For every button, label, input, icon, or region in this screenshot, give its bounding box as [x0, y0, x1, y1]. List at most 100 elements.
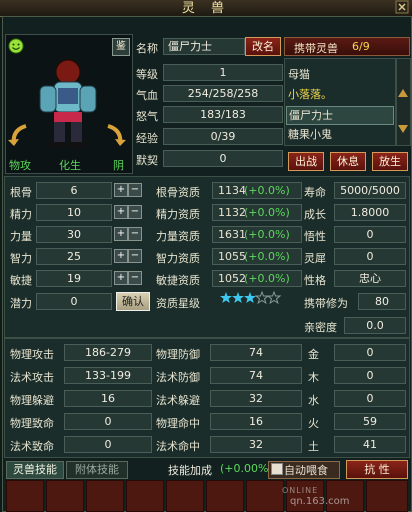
rename-button[interactable]: 改名: [245, 37, 281, 56]
lifespan-value: 5000/5000: [334, 182, 406, 199]
scroll-up-icon[interactable]: [397, 88, 409, 101]
confirm-button[interactable]: 确认: [116, 292, 150, 311]
pet-model-image: [18, 58, 118, 156]
combat-value: 186-279: [64, 344, 152, 361]
pet-name-field[interactable]: 僵尸力士: [163, 38, 245, 55]
hp-value: 254/258/258: [163, 85, 283, 102]
combat-label: 法术命中: [156, 440, 200, 453]
carry-item[interactable]: 母猫: [286, 66, 392, 83]
cultivation-value: 80: [358, 293, 406, 310]
aptitude-value: 1631: [218, 228, 246, 241]
aptitude-value: 1134: [218, 184, 246, 197]
rapport-value: 0: [163, 150, 283, 167]
stat-plus-button[interactable]: +: [114, 227, 128, 241]
carry-item-selected[interactable]: 僵尸力士: [286, 106, 394, 125]
close-icon[interactable]: [395, 0, 409, 14]
element-value: 41: [334, 436, 406, 453]
potential-label: 潜力: [10, 297, 32, 310]
resistance-button[interactable]: 抗 性: [346, 460, 408, 479]
rage-label: 怒气: [136, 110, 158, 123]
skill-slot[interactable]: [246, 480, 284, 512]
window-title: 灵 兽: [181, 1, 231, 16]
aptitude-stars: [220, 290, 284, 308]
rotate-right-icon[interactable]: [104, 122, 126, 151]
stat-label: 根骨: [10, 186, 32, 199]
personality-label: 性格: [304, 274, 326, 287]
attr-type-left: 物攻: [9, 159, 31, 172]
tab-possess-skills[interactable]: 附体技能: [66, 461, 128, 479]
rest-button[interactable]: 休息: [330, 152, 366, 171]
combat-value: 32: [210, 436, 302, 453]
aptitude-value: 1055: [218, 250, 246, 263]
rotate-left-icon[interactable]: [8, 122, 30, 151]
stat-minus-button[interactable]: −: [128, 183, 142, 197]
skill-bonus-label: 技能加成: [168, 464, 212, 477]
aptitude-label: 智力资质: [156, 252, 200, 265]
lifespan-label: 寿命: [304, 186, 326, 199]
tab-pet-skills[interactable]: 灵兽技能: [6, 461, 64, 479]
carry-item[interactable]: 小落落。: [286, 86, 392, 103]
spirit-label: 灵犀: [304, 252, 326, 265]
auto-feed-label: 自动喂食: [284, 464, 328, 477]
stat-minus-button[interactable]: −: [128, 205, 142, 219]
stat-value: 25: [36, 248, 112, 265]
stat-plus-button[interactable]: +: [114, 205, 128, 219]
carry-item[interactable]: 糖果小鬼: [286, 126, 392, 143]
stat-label: 智力: [10, 252, 32, 265]
skill-slot[interactable]: [86, 480, 124, 512]
aptitude-label: 敏捷资质: [156, 274, 200, 287]
stat-minus-button[interactable]: −: [128, 271, 142, 285]
combat-value: 16: [64, 390, 152, 407]
level-label: 等级: [136, 68, 158, 81]
growth-label: 成长: [304, 208, 326, 221]
exp-label: 经验: [136, 132, 158, 145]
element-value: 0: [334, 390, 406, 407]
stat-minus-button[interactable]: −: [128, 249, 142, 263]
skill-slot[interactable]: [6, 480, 44, 512]
element-label: 火: [308, 417, 319, 430]
stat-plus-button[interactable]: +: [114, 249, 128, 263]
aptitude-label: 力量资质: [156, 230, 200, 243]
combat-value: 0: [64, 436, 152, 453]
stat-plus-button[interactable]: +: [114, 183, 128, 197]
release-button[interactable]: 放生: [372, 152, 408, 171]
combat-value: 133-199: [64, 367, 152, 384]
combat-value: 74: [210, 344, 302, 361]
fight-button[interactable]: 出战: [288, 152, 324, 171]
carry-count: 6/9: [352, 40, 370, 53]
stat-minus-button[interactable]: −: [128, 227, 142, 241]
attr-type-mid: 化生: [59, 159, 81, 172]
rapport-label: 默契: [136, 154, 158, 167]
skill-slot[interactable]: [366, 480, 408, 512]
skill-slot[interactable]: [46, 480, 84, 512]
attr-type-right: 阴: [113, 159, 124, 172]
stat-plus-button[interactable]: +: [114, 271, 128, 285]
watermark-url: qn.163.com: [290, 496, 350, 507]
personality-value: 忠心: [334, 270, 406, 287]
hp-label: 气血: [136, 89, 158, 102]
skill-slot[interactable]: [206, 480, 244, 512]
combat-label: 物理致命: [10, 417, 54, 430]
stat-label: 力量: [10, 230, 32, 243]
stat-value: 10: [36, 204, 112, 221]
skill-slot[interactable]: [166, 480, 204, 512]
scroll-down-icon[interactable]: [397, 124, 409, 137]
level-value: 1: [163, 64, 283, 81]
auto-feed-checkbox[interactable]: [271, 463, 283, 475]
combat-label: 法术致命: [10, 440, 54, 453]
skill-bonus-value: (+0.00%): [220, 462, 273, 475]
stat-value: 30: [36, 226, 112, 243]
aptitude-bonus: (+0.0%): [244, 250, 290, 263]
savvy-value: 0: [334, 226, 406, 243]
combat-label: 物理命中: [156, 417, 200, 430]
combat-label: 法术防御: [156, 371, 200, 384]
appraise-button[interactable]: 鉴: [112, 38, 130, 56]
combat-label: 物理攻击: [10, 348, 54, 361]
stat-label: 精力: [10, 208, 32, 221]
growth-value: 1.8000: [334, 204, 406, 221]
combat-label: 法术攻击: [10, 371, 54, 384]
stat-value: 19: [36, 270, 112, 287]
star-label: 资质星级: [156, 297, 200, 310]
skill-slot[interactable]: [126, 480, 164, 512]
combat-label: 物理防御: [156, 348, 200, 361]
